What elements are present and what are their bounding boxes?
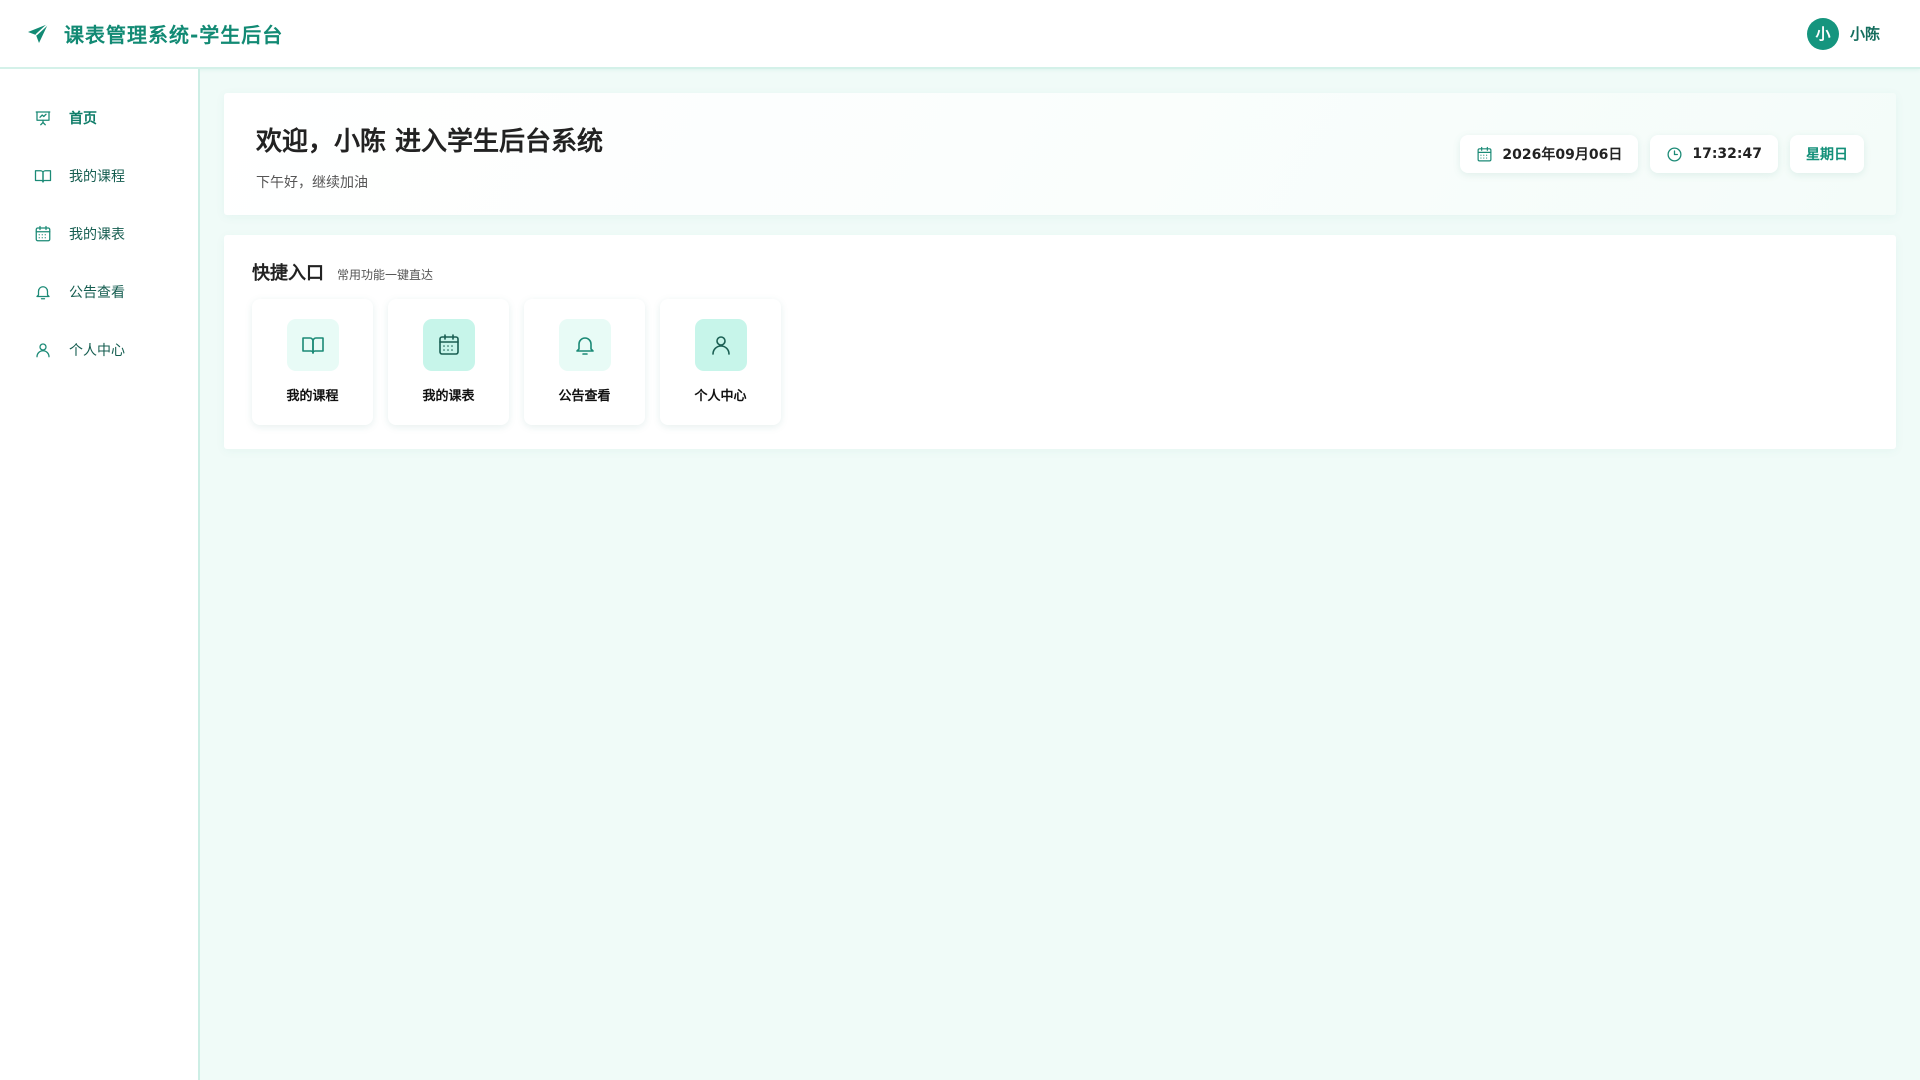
sidebar-item-home[interactable]: 首页 [0, 89, 198, 147]
sidebar-item-announcements[interactable]: 公告查看 [0, 263, 198, 321]
brand[interactable]: 课表管理系统-学生后台 [26, 19, 283, 48]
quick-card-my-schedule[interactable]: 我的课表 [388, 299, 509, 425]
sidebar-item-label: 我的课程 [69, 169, 125, 185]
quick-card-announcements[interactable]: 公告查看 [524, 299, 645, 425]
sidebar-nav: 首页 我的课程 我的课表 公告查看 个人中心 [0, 69, 198, 379]
sidebar-item-my-courses[interactable]: 我的课程 [0, 147, 198, 205]
sidebar-item-label: 公告查看 [69, 285, 125, 301]
bell-icon [36, 286, 50, 300]
user-menu[interactable]: 小 小陈 [1806, 17, 1880, 50]
welcome-subtitle: 下午好，继续加油 [256, 175, 368, 191]
quick-access-header: 快捷入口 常用功能一键直达 [252, 259, 1868, 285]
card-icon-wrap [558, 319, 611, 371]
sidebar-item-label: 我的课表 [69, 227, 125, 243]
time-text: 17:32:47 [1692, 146, 1762, 162]
sidebar-item-label: 首页 [69, 111, 97, 127]
quick-access-title: 快捷入口 [252, 263, 324, 284]
weekday-text: 星期日 [1806, 147, 1848, 163]
quick-card-my-courses[interactable]: 我的课程 [252, 299, 373, 425]
sidebar: 首页 我的课程 我的课表 公告查看 个人中心 [0, 69, 200, 1080]
welcome-panel: 欢迎，小陈 进入学生后台系统 下午好，继续加油 2026年09月06日 17:3… [224, 93, 1896, 215]
paper-plane-icon [28, 22, 49, 43]
card-label: 公告查看 [558, 389, 611, 404]
card-icon-wrap [694, 319, 747, 371]
quick-card-profile[interactable]: 个人中心 [660, 299, 781, 425]
card-icon-wrap [422, 319, 475, 371]
calendar-icon [1477, 146, 1492, 161]
user-icon [711, 336, 730, 355]
weekday-chip: 星期日 [1790, 135, 1864, 173]
card-label: 我的课表 [422, 389, 475, 404]
datetime-chips: 2026年09月06日 17:32:47 星期日 [1460, 135, 1864, 173]
sidebar-item-my-schedule[interactable]: 我的课表 [0, 205, 198, 263]
book-icon [34, 170, 52, 183]
quick-access-cards: 我的课程 我的课表 公告查看 个人中心 [252, 299, 1868, 425]
top-header: 课表管理系统-学生后台 小 小陈 [0, 0, 1920, 69]
calendar-icon [35, 225, 51, 242]
username[interactable]: 小陈 [1850, 23, 1880, 44]
card-icon-wrap [286, 319, 339, 371]
book-icon [301, 337, 324, 354]
calendar-icon [438, 334, 459, 355]
quick-access-panel: 快捷入口 常用功能一键直达 我的课程 我的课表 公告查看 个人中心 [224, 235, 1896, 449]
main-content: 欢迎，小陈 进入学生后台系统 下午好，继续加油 2026年09月06日 17:3… [224, 93, 1896, 449]
clock-icon [1667, 146, 1682, 162]
date-text: 2026年09月06日 [1502, 147, 1623, 163]
user-icon [36, 343, 50, 358]
card-label: 我的课程 [286, 389, 339, 404]
card-label: 个人中心 [694, 389, 747, 404]
time-chip: 17:32:47 [1650, 135, 1778, 173]
quick-access-subtitle: 常用功能一键直达 [337, 268, 434, 282]
presentation-icon [35, 111, 51, 126]
sidebar-item-label: 个人中心 [69, 343, 125, 359]
date-chip: 2026年09月06日 [1460, 135, 1639, 173]
avatar[interactable]: 小 [1806, 17, 1839, 50]
app-title: 课表管理系统-学生后台 [64, 23, 284, 47]
sidebar-item-profile[interactable]: 个人中心 [0, 321, 198, 379]
bell-icon [575, 337, 594, 355]
